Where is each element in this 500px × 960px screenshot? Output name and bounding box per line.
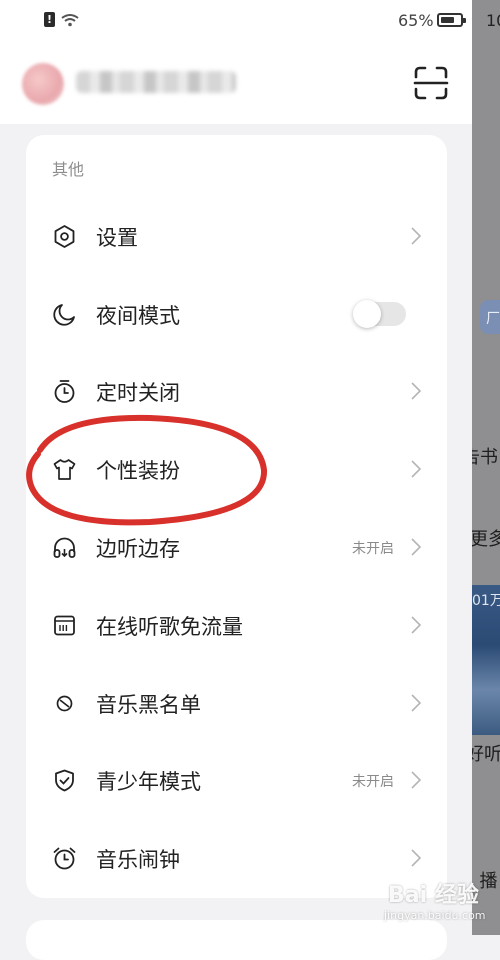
sim-card-icon [54,615,75,636]
headphones-icon [53,537,76,558]
chevron-right-icon [411,849,422,867]
shield-icon [55,769,74,792]
hexagon-settings-icon [54,225,75,248]
username-blurred[interactable] [76,71,236,93]
section-title: 其他 [52,160,85,179]
menu-item-listen-cache[interactable]: 边听边存 未开启 [26,514,447,580]
tshirt-icon [53,459,76,480]
menu-item-sleep-timer[interactable]: 定时关闭 [26,358,447,424]
background-text: 好听 [472,744,500,765]
background-image-label: 01万 [472,593,500,609]
alarm-clock-icon [53,847,76,870]
menu-item-label: 音乐闹钟 [96,848,180,872]
chevron-right-icon [411,227,422,245]
menu-item-teen-mode[interactable]: 青少年模式 未开启 [26,747,447,813]
sim-alert-icon: ! [44,12,55,27]
menu-item-label: 夜间模式 [96,304,180,328]
chevron-right-icon [411,694,422,712]
other-settings-card: 其他 设置 夜间模式 定时关闭 个性装扮 边听边存 未开启 在线听歌免流量 音乐… [26,135,447,898]
background-pill-label: 厂 [486,311,500,327]
menu-item-alarm[interactable]: 音乐闹钟 [26,825,447,891]
chevron-right-icon [411,771,422,789]
battery-percentage: 65% [398,11,434,30]
menu-item-night-mode[interactable]: 夜间模式 [26,281,447,347]
chevron-right-icon [411,460,422,478]
profile-header [0,42,472,124]
status-time: 10: [486,11,500,30]
menu-item-settings[interactable]: 设置 [26,203,447,269]
menu-item-label: 定时关闭 [96,381,180,405]
avatar[interactable] [22,63,64,105]
menu-item-label: 音乐黑名单 [96,693,201,717]
menu-item-personalize[interactable]: 个性装扮 [26,436,447,502]
status-icons: ! [44,12,79,27]
moon-icon [53,304,75,326]
status-text: 未开启 [352,774,394,790]
menu-item-free-data[interactable]: 在线听歌免流量 [26,592,447,658]
background-text: 告书 [472,447,498,468]
next-section-card [26,920,447,960]
wifi-icon [61,13,79,26]
block-icon [56,695,73,712]
menu-item-label: 设置 [96,226,138,250]
menu-item-label: 边听边存 [96,537,180,561]
menu-item-label: 在线听歌免流量 [96,615,243,639]
scan-button[interactable] [412,64,450,102]
toggle-knob [353,300,381,328]
menu-item-label: 个性装扮 [96,459,180,483]
background-text: 更多 [472,529,500,550]
chevron-right-icon [411,616,422,634]
chevron-right-icon [411,538,422,556]
menu-item-label: 青少年模式 [96,770,201,794]
menu-item-blacklist[interactable]: 音乐黑名单 [26,670,447,736]
battery-icon [437,13,466,27]
background-text: · 播 [472,871,498,892]
status-bar: ! 65% [0,0,472,42]
chevron-right-icon [411,382,422,400]
timer-icon [54,380,75,403]
background-page-peek: 10: 厂 告书 更多 01万 好听 · 播 [472,0,500,935]
night-mode-toggle[interactable] [353,300,406,328]
status-text: 未开启 [352,541,394,557]
